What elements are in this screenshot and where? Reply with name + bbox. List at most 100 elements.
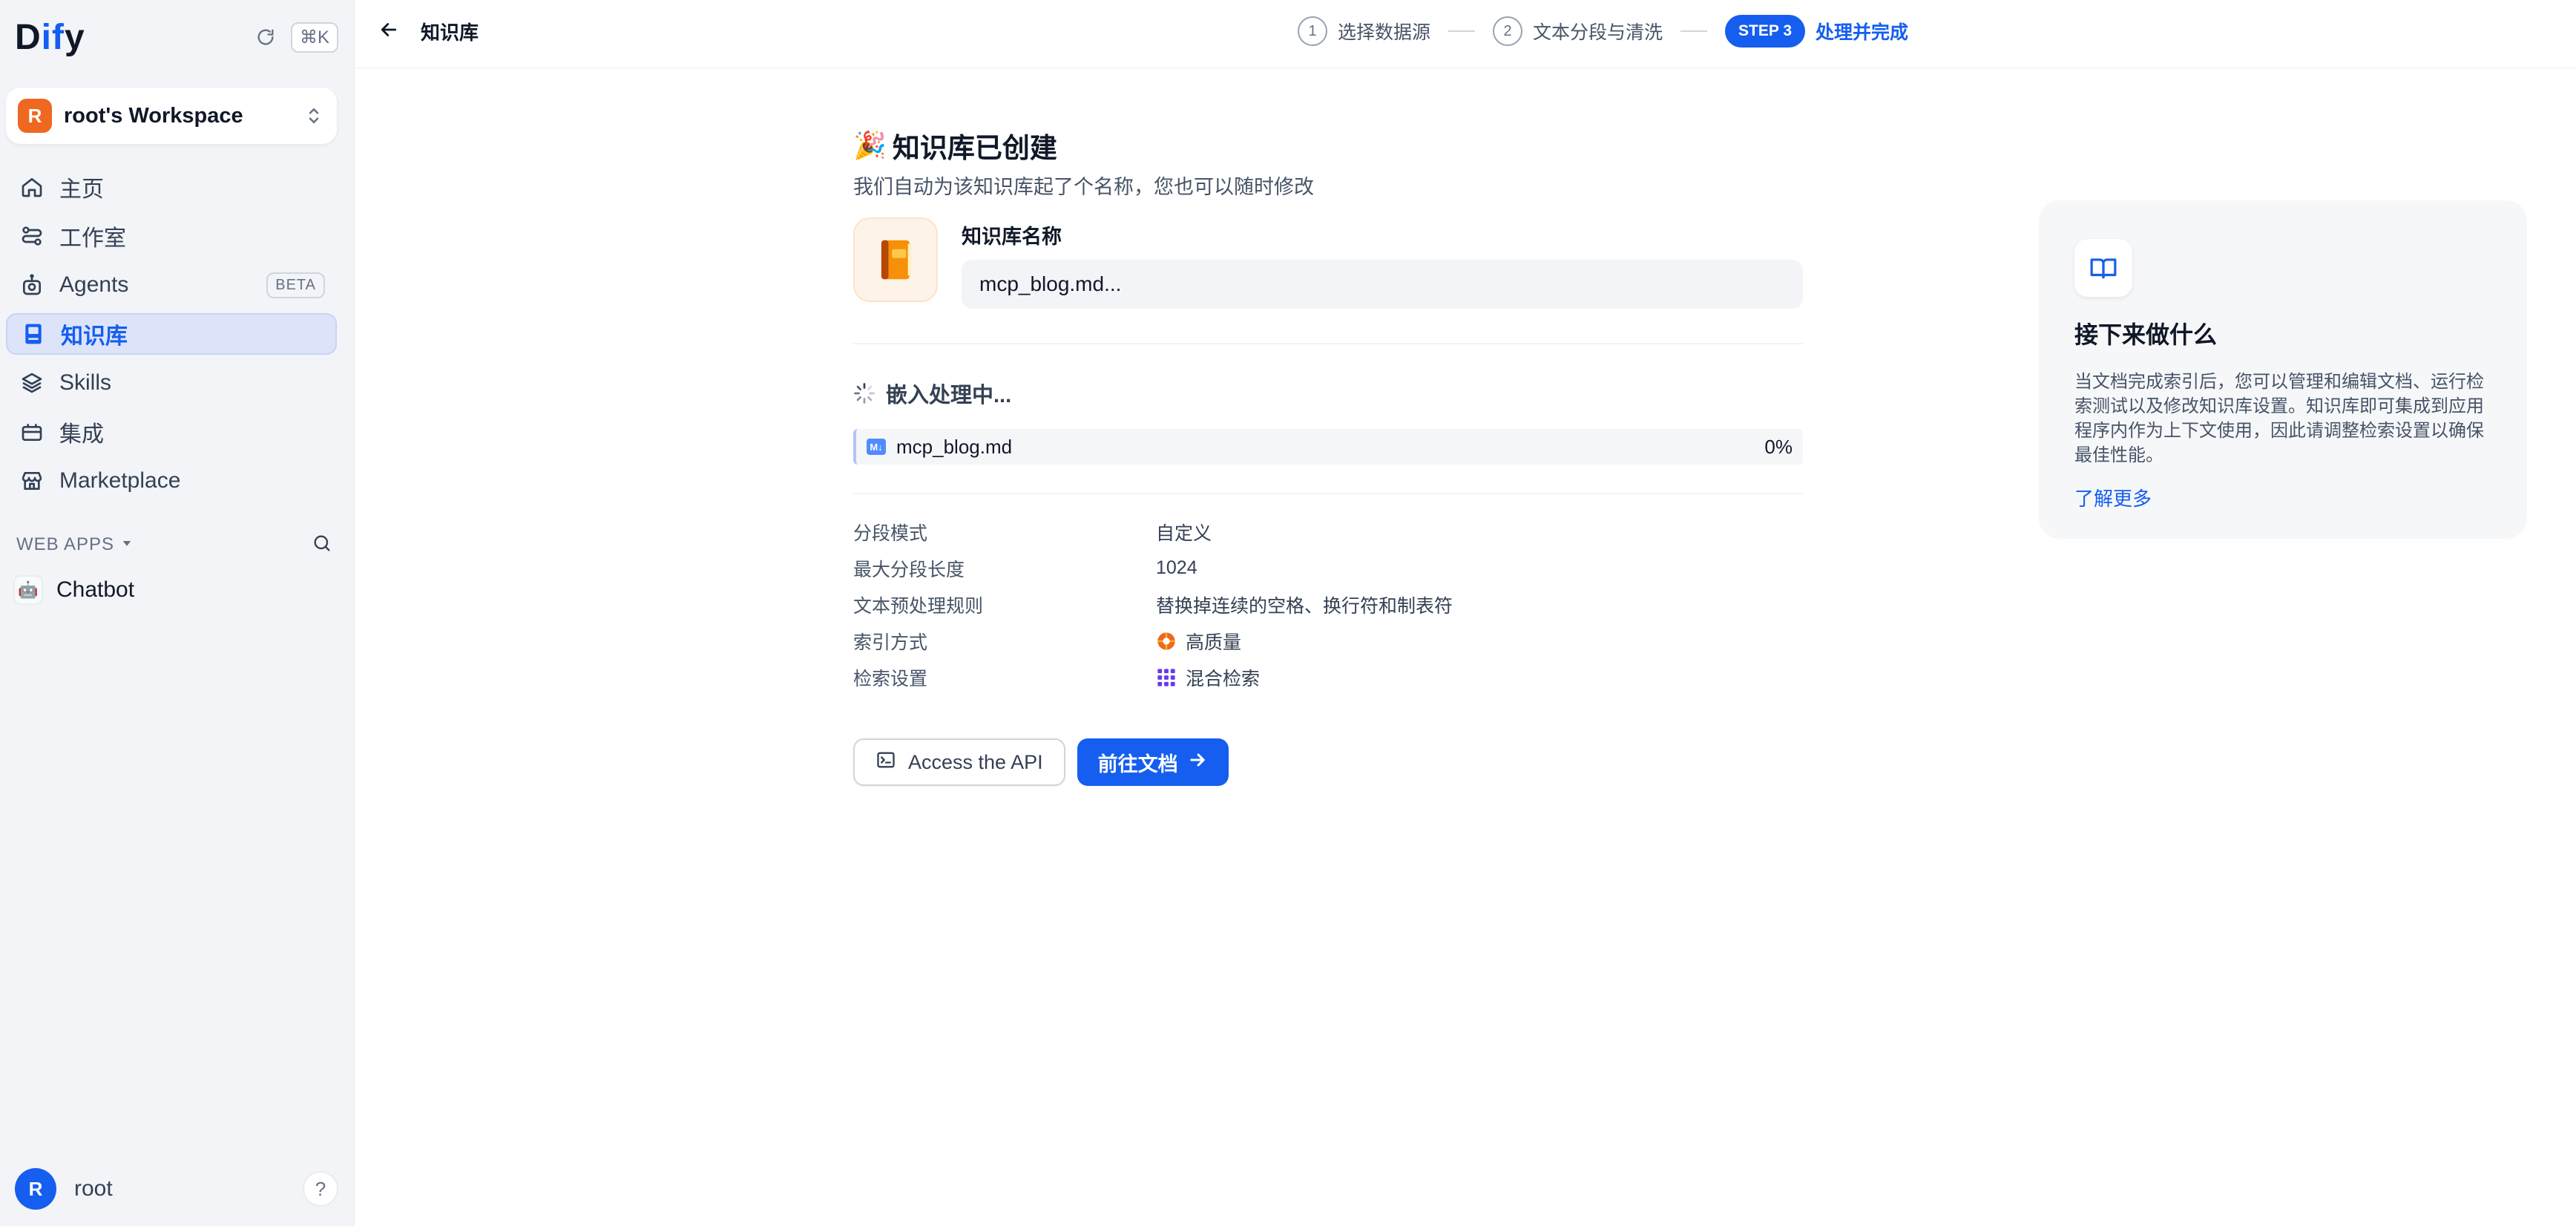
- title-row: 🎉 知识库已创建: [853, 125, 1803, 166]
- home-icon: [18, 173, 46, 201]
- nav-label-integrations: 集成: [59, 422, 104, 447]
- step-1-number: 1: [1298, 16, 1327, 46]
- sidebar: Dify ⌘K R root's Workspace 主页 工作室 Agents…: [0, 0, 355, 1226]
- high-quality-icon: [1156, 631, 1177, 652]
- markdown-file-icon: M↓: [867, 439, 886, 455]
- back-button[interactable]: 知识库: [378, 16, 479, 46]
- info-key: 文本预处理规则: [853, 595, 984, 617]
- search-shortcut[interactable]: ⌘K: [290, 22, 338, 53]
- knowledge-name-input[interactable]: mcp_blog.md...: [962, 260, 1803, 309]
- info-value: 高质量: [1186, 632, 1242, 653]
- embedding-title: 嵌入处理中...: [886, 384, 1012, 407]
- caret-down-icon[interactable]: [120, 537, 134, 554]
- info-row: 分段模式 自定义: [853, 514, 1803, 550]
- file-progress-row: M↓ mcp_blog.md 0%: [853, 429, 1803, 465]
- step-2-number: 2: [1493, 16, 1523, 46]
- studio-icon: [18, 222, 46, 250]
- learn-more-link[interactable]: 了解更多: [2074, 484, 2152, 511]
- next-steps-title: 接下来做什么: [2074, 321, 2218, 348]
- info-value: 自定义: [1156, 522, 1212, 544]
- page-title: 知识库已创建: [892, 133, 1057, 163]
- chevron-up-down-icon: [303, 105, 325, 127]
- loading-spinner-icon: [853, 382, 875, 404]
- nav-item-knowledge[interactable]: 知识库: [6, 313, 337, 355]
- top-bar: 知识库 1 选择数据源 2 文本分段与清洗 STEP 3 处理并完成: [355, 0, 2576, 68]
- page-subtitle: 我们自动为该知识库起了个名称，您也可以随时修改: [853, 176, 1314, 198]
- step-2-label: 文本分段与清洗: [1533, 22, 1663, 43]
- refresh-icon[interactable]: [251, 22, 280, 52]
- processing-info: 分段模式 自定义 最大分段长度 1024 文本预处理规则 替换掉连续的空格、换行…: [853, 514, 1803, 695]
- access-api-button[interactable]: Access the API: [853, 738, 1065, 786]
- info-row: 最大分段长度 1024: [853, 550, 1803, 586]
- app-item-chatbot[interactable]: 🤖 Chatbot: [13, 571, 332, 609]
- nav-label-skills: Skills: [59, 370, 112, 395]
- nav-item-home[interactable]: 主页: [6, 166, 337, 208]
- web-apps-header: WEB APPS: [16, 531, 332, 558]
- knowledge-name-block: 知识库名称 mcp_blog.md...: [853, 217, 1803, 309]
- embedding-status: 嵌入处理中...: [853, 378, 1803, 408]
- workspace-name: root's Workspace: [64, 103, 243, 128]
- action-buttons: Access the API 前往文档: [853, 738, 1803, 786]
- divider: [853, 343, 1803, 344]
- main-nav: 主页 工作室 Agents BETA 知识库 Skills 集成 Marketp…: [6, 166, 337, 509]
- book-open-icon: [2074, 239, 2132, 297]
- search-icon[interactable]: [312, 533, 332, 557]
- info-row: 文本预处理规则 替换掉连续的空格、换行符和制表符: [853, 586, 1803, 623]
- arrow-right-icon: [1187, 750, 1208, 776]
- next-steps-panel: 接下来做什么 当文档完成索引后，您可以管理和编辑文档、运行检索测试以及修改知识库…: [2039, 200, 2527, 539]
- workspace-avatar: R: [18, 99, 52, 133]
- nav-label-marketplace: Marketplace: [59, 468, 181, 493]
- step-separator: [1680, 30, 1708, 32]
- nav-label-agents: Agents: [59, 272, 129, 297]
- step-indicator: 1 选择数据源 2 文本分段与清洗 STEP 3 处理并完成: [1298, 15, 1908, 47]
- go-to-documents-label: 前往文档: [1097, 753, 1178, 776]
- nav-item-marketplace[interactable]: Marketplace: [6, 460, 337, 502]
- info-key: 检索设置: [853, 668, 928, 689]
- next-steps-description: 当文档完成索引后，您可以管理和编辑文档、运行检索测试以及修改知识库设置。知识库即…: [2074, 372, 2484, 465]
- hybrid-search-icon: [1156, 667, 1177, 688]
- user-avatar: R: [15, 1168, 56, 1210]
- web-apps-label: WEB APPS: [16, 534, 115, 554]
- logo-row: Dify ⌘K: [15, 16, 338, 58]
- step-separator: [1448, 30, 1476, 32]
- user-name: root: [74, 1176, 113, 1201]
- info-value: 混合检索: [1186, 668, 1261, 689]
- arrow-left-icon: [378, 19, 400, 45]
- nav-item-skills[interactable]: Skills: [6, 362, 337, 404]
- step-3-badge: STEP 3: [1725, 15, 1806, 47]
- book-icon[interactable]: [853, 217, 938, 302]
- app-name: Chatbot: [56, 577, 135, 602]
- nav-item-integrations[interactable]: 集成: [6, 411, 337, 453]
- step-3-label: 处理并完成: [1816, 22, 1909, 43]
- workspace-selector[interactable]: R root's Workspace: [6, 88, 337, 144]
- info-row: 检索设置 混合检索: [853, 659, 1803, 695]
- nav-item-studio[interactable]: 工作室: [6, 215, 337, 257]
- file-progress: 0%: [1764, 435, 1793, 458]
- info-row: 索引方式 高质量: [853, 623, 1803, 659]
- file-name: mcp_blog.md: [896, 435, 1013, 458]
- info-value-wrapper: 高质量: [1156, 628, 1241, 655]
- dify-logo[interactable]: Dify: [15, 17, 85, 58]
- robot-emoji-icon: 🤖: [13, 575, 43, 605]
- info-key: 分段模式: [853, 522, 928, 544]
- help-button[interactable]: ?: [303, 1171, 338, 1207]
- store-icon: [18, 467, 46, 495]
- main-content: 🎉 知识库已创建 我们自动为该知识库起了个名称，您也可以随时修改 知识库名称 m…: [853, 125, 1803, 786]
- terminal-icon: [875, 750, 896, 776]
- user-account[interactable]: R root ?: [15, 1167, 338, 1211]
- party-popper-icon: 🎉: [853, 130, 887, 160]
- nav-item-agents[interactable]: Agents BETA: [6, 264, 337, 306]
- knowledge-icon: [19, 320, 47, 348]
- robot-icon: [18, 271, 46, 299]
- knowledge-name-label: 知识库名称: [962, 226, 1062, 248]
- layers-icon: [18, 369, 46, 397]
- briefcase-icon: [18, 418, 46, 446]
- back-label: 知识库: [421, 21, 479, 44]
- nav-label-studio: 工作室: [59, 226, 126, 251]
- nav-label-home: 主页: [59, 177, 104, 202]
- info-value-wrapper: 混合检索: [1156, 664, 1260, 691]
- nav-label-knowledge: 知识库: [61, 324, 128, 349]
- step-1-label: 选择数据源: [1338, 22, 1431, 43]
- go-to-documents-button[interactable]: 前往文档: [1077, 738, 1229, 786]
- info-value: 1024: [1156, 557, 1197, 578]
